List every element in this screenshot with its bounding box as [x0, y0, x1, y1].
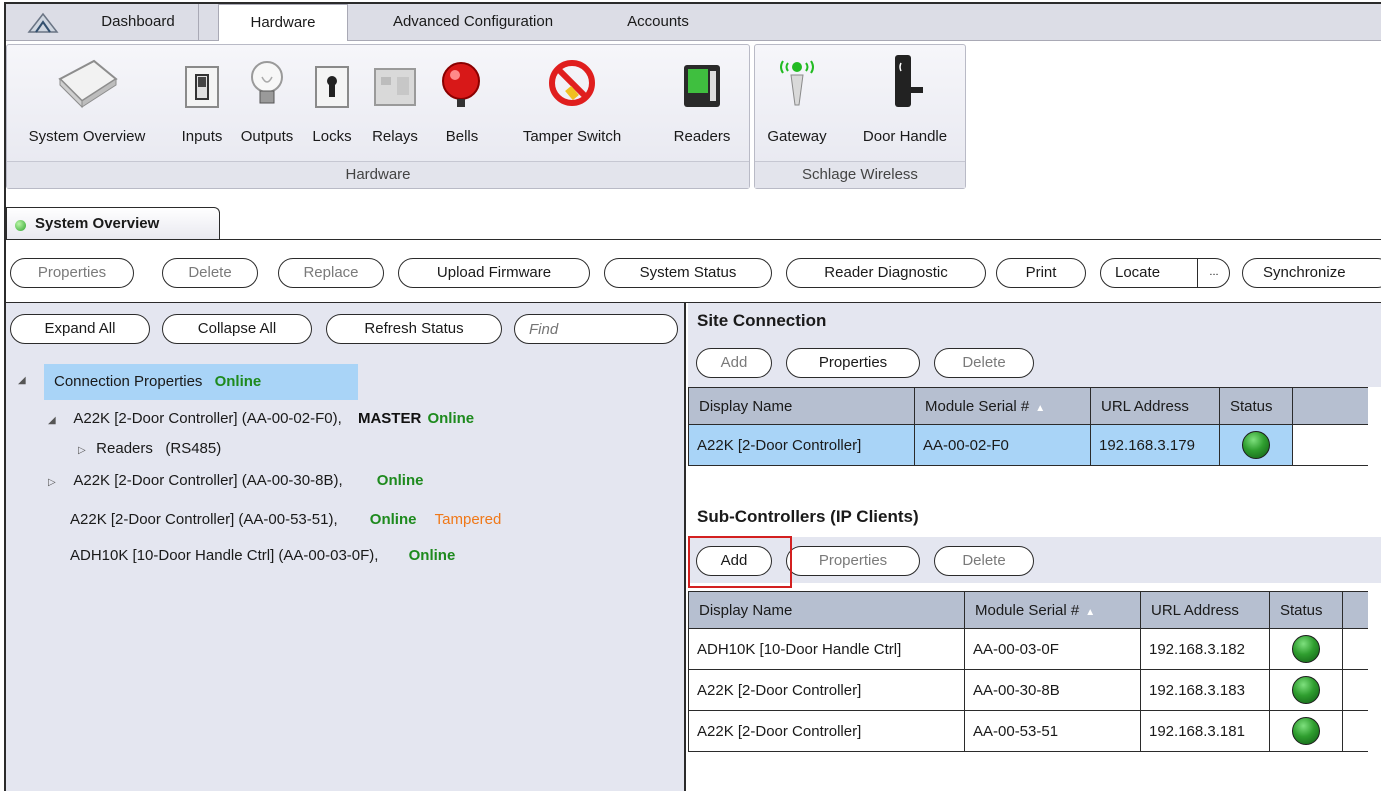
tab-system-overview[interactable]: System Overview — [6, 207, 220, 239]
status-cell — [1219, 424, 1293, 466]
find-input[interactable] — [514, 314, 678, 344]
bell-icon — [439, 59, 485, 113]
table-row[interactable]: A22K [2-Door Controller] AA-00-30-8B 192… — [688, 669, 1368, 711]
bells-button[interactable]: Bells — [437, 53, 487, 153]
outputs-button[interactable]: Outputs — [237, 53, 297, 153]
column-module-serial[interactable]: Module Serial # ▲ — [914, 387, 1091, 425]
column-module-serial[interactable]: Module Serial # ▲ — [964, 591, 1141, 629]
door-handle-icon — [885, 53, 925, 113]
tree-node-readers[interactable]: ▷ Readers (RS485) — [78, 440, 221, 457]
table-header-row: Display Name Module Serial # ▲ URL Addres… — [688, 591, 1368, 629]
tree-node-connection-properties[interactable]: Connection Properties Online — [44, 364, 358, 400]
site-connection-header: Site Connection — [688, 303, 1381, 341]
delete-button[interactable]: Delete — [162, 258, 258, 288]
table-row[interactable]: A22K [2-Door Controller] AA-00-02-F0 192… — [688, 424, 1368, 466]
status-cell — [1269, 669, 1343, 711]
tab-hardware[interactable]: Hardware — [218, 4, 348, 42]
tree-node-adh10k[interactable]: ADH10K [10-Door Handle Ctrl] (AA-00-03-0… — [70, 547, 455, 564]
document-tab-strip: System Overview — [6, 189, 1381, 240]
site-connection-toolbar: Add Properties Delete — [688, 341, 1381, 387]
status-dot-icon — [15, 220, 26, 231]
status-online-icon — [1292, 635, 1320, 663]
site-add-button[interactable]: Add — [696, 348, 772, 378]
system-status-button[interactable]: System Status — [604, 258, 772, 288]
status-cell — [1269, 710, 1343, 752]
column-display-name[interactable]: Display Name — [688, 591, 965, 629]
ribbon-group-label-hardware: Hardware — [7, 161, 749, 188]
system-overview-icon — [52, 53, 122, 113]
status-online-icon — [1292, 676, 1320, 704]
column-status[interactable]: Status — [1219, 387, 1293, 425]
door-handle-button[interactable]: Door Handle — [855, 53, 955, 153]
inputs-button[interactable]: Inputs — [177, 53, 227, 153]
ribbon-tab-strip: Dashboard Hardware Advanced Configuratio… — [6, 4, 1381, 42]
reader-diagnostic-button[interactable]: Reader Diagnostic — [786, 258, 986, 288]
ribbon: System Overview Inputs Outputs Locks Rel… — [6, 41, 1381, 190]
tree-expander-icon[interactable]: ◢ — [18, 370, 40, 387]
tree-pane: Expand All Collapse All Refresh Status ◢… — [6, 303, 686, 791]
properties-button[interactable]: Properties — [10, 258, 134, 288]
site-properties-button[interactable]: Properties — [786, 348, 920, 378]
sub-delete-button[interactable]: Delete — [934, 546, 1034, 576]
tree-node-a22k-master[interactable]: ◢ A22K [2-Door Controller] (AA-00-02-F0)… — [48, 410, 474, 427]
synchronize-button[interactable]: Synchronize — [1242, 258, 1381, 288]
sort-ascending-icon: ▲ — [1035, 402, 1046, 414]
site-delete-button[interactable]: Delete — [934, 348, 1034, 378]
main-toolbar: Properties Delete Replace Upload Firmwar… — [6, 240, 1381, 303]
sub-controllers-header: Sub-Controllers (IP Clients) — [688, 499, 1381, 537]
tab-accounts[interactable]: Accounts — [602, 4, 714, 40]
column-url-address[interactable]: URL Address — [1090, 387, 1220, 425]
relays-button[interactable]: Relays — [367, 53, 423, 153]
locks-button[interactable]: Locks — [307, 53, 357, 153]
tree-collapsed-icon[interactable]: ▷ — [48, 477, 70, 488]
refresh-status-button[interactable]: Refresh Status — [326, 314, 502, 344]
detail-pane: Site Connection Add Properties Delete Di… — [688, 303, 1381, 791]
sort-ascending-icon: ▲ — [1085, 606, 1096, 618]
status-cell — [1269, 628, 1343, 670]
upload-firmware-button[interactable]: Upload Firmware — [398, 258, 590, 288]
column-display-name[interactable]: Display Name — [688, 387, 915, 425]
relay-icon — [373, 65, 417, 113]
locate-more-button[interactable]: ... — [1197, 258, 1230, 288]
lock-icon — [314, 65, 350, 113]
table-row[interactable]: ADH10K [10-Door Handle Ctrl] AA-00-03-0F… — [688, 628, 1368, 670]
gateway-button[interactable]: Gateway — [767, 53, 827, 153]
readers-button[interactable]: Readers — [667, 53, 737, 153]
locate-button[interactable]: Locate ... — [1100, 258, 1230, 288]
sub-properties-button[interactable]: Properties — [786, 546, 920, 576]
app-logo-icon[interactable] — [12, 8, 76, 38]
tab-advanced-configuration[interactable]: Advanced Configuration — [348, 4, 598, 40]
switch-icon — [184, 65, 220, 113]
app-window: Dashboard Hardware Advanced Configuratio… — [4, 2, 1381, 791]
tree-collapsed-icon[interactable]: ▷ — [78, 445, 92, 456]
tamper-icon — [546, 57, 598, 113]
tamper-switch-button[interactable]: Tamper Switch — [523, 53, 621, 153]
gateway-icon — [775, 53, 819, 113]
column-status[interactable]: Status — [1269, 591, 1343, 629]
tree-node-a22k-5351[interactable]: A22K [2-Door Controller] (AA-00-53-51), … — [70, 511, 501, 528]
print-button[interactable]: Print — [996, 258, 1086, 288]
table-header-row: Display Name Module Serial # ▲ URL Addres… — [688, 387, 1368, 425]
ribbon-group-schlage-wireless: Gateway Door Handle Schlage Wireless — [754, 44, 966, 189]
tree-node-a22k-308b[interactable]: ▷ A22K [2-Door Controller] (AA-00-30-8B)… — [48, 472, 423, 489]
ribbon-group-hardware: System Overview Inputs Outputs Locks Rel… — [6, 44, 750, 189]
table-row[interactable]: A22K [2-Door Controller] AA-00-53-51 192… — [688, 710, 1368, 752]
status-online-icon — [1292, 717, 1320, 745]
collapse-all-button[interactable]: Collapse All — [162, 314, 312, 344]
site-connection-table: Display Name Module Serial # ▲ URL Addres… — [688, 387, 1368, 466]
ribbon-group-label-schlage-wireless: Schlage Wireless — [755, 161, 965, 188]
bulb-icon — [249, 59, 285, 113]
replace-button[interactable]: Replace — [278, 258, 384, 288]
highlight-box — [688, 536, 792, 588]
tree-expander-icon[interactable]: ◢ — [48, 415, 70, 426]
tab-dashboard[interactable]: Dashboard — [78, 4, 199, 40]
system-overview-button[interactable]: System Overview — [29, 53, 145, 153]
tampered-badge: Tampered — [434, 511, 502, 528]
sub-controllers-table: Display Name Module Serial # ▲ URL Addres… — [688, 591, 1368, 752]
column-url-address[interactable]: URL Address — [1140, 591, 1270, 629]
expand-all-button[interactable]: Expand All — [10, 314, 150, 344]
status-online-icon — [1242, 431, 1270, 459]
reader-icon — [682, 63, 722, 113]
